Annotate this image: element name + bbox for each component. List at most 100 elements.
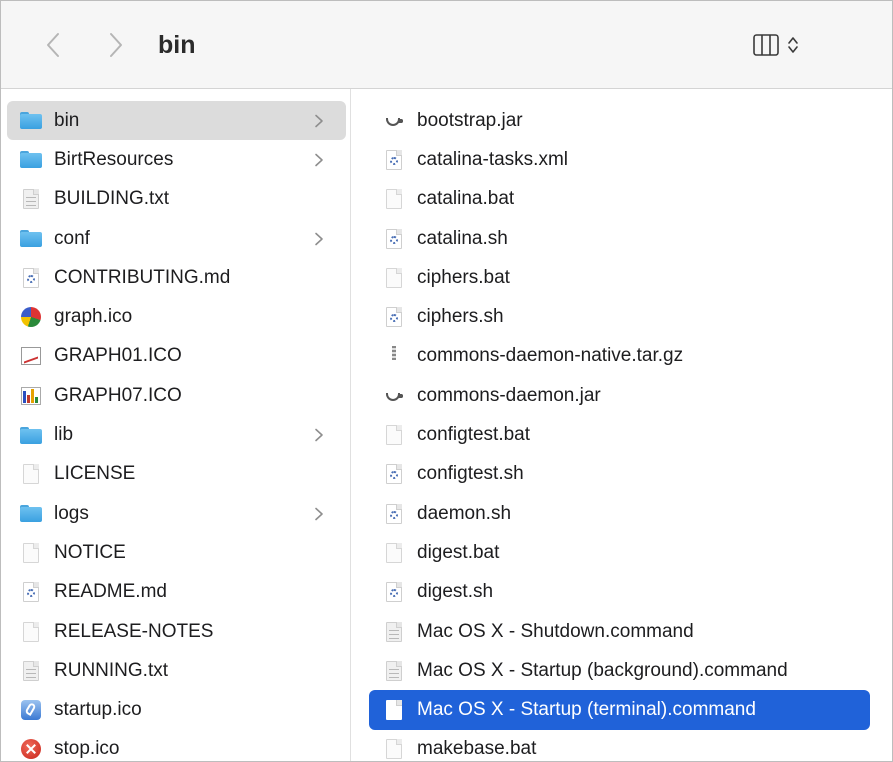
file-row[interactable]: GRAPH01.ICO [7, 337, 346, 376]
file-row[interactable]: configtest.bat [369, 415, 870, 454]
finder-window: bin bin BirtResources BUILDING.txt conf CONT… [0, 0, 893, 762]
item-label: stop.ico [54, 738, 120, 760]
folder-row[interactable]: bin [7, 101, 346, 141]
item-label: makebase.bat [417, 738, 537, 760]
item-label: ciphers.sh [417, 306, 504, 328]
file-row[interactable]: RELEASE-NOTES [7, 612, 346, 651]
folder-icon [20, 503, 42, 525]
item-label: daemon.sh [417, 502, 512, 524]
chevron-right-icon [315, 507, 323, 520]
up-down-chevron-icon [788, 37, 798, 53]
file-row[interactable]: makebase.bat [369, 730, 870, 761]
jar-icon [383, 110, 405, 132]
command-document-icon [383, 660, 405, 682]
item-label: RELEASE-NOTES [54, 620, 214, 642]
file-row[interactable]: LICENSE [7, 455, 346, 494]
chevron-right-icon [315, 232, 323, 245]
blank-document-icon [20, 463, 42, 485]
item-label: configtest.bat [417, 424, 531, 446]
folder-row[interactable]: logs [7, 494, 346, 533]
text-document-icon [20, 660, 42, 682]
file-row[interactable]: Mac OS X - Startup (terminal).command [369, 690, 870, 730]
item-label: catalina.sh [417, 227, 508, 249]
script-document-icon [383, 149, 405, 171]
pie-chart-icon [20, 306, 42, 328]
item-label: digest.sh [417, 581, 494, 603]
item-label: graph.ico [54, 306, 133, 328]
blank-document-icon [383, 542, 405, 564]
file-row[interactable]: ciphers.bat [369, 258, 870, 297]
file-row[interactable]: stop.ico [7, 730, 346, 761]
file-row[interactable]: catalina-tasks.xml [369, 140, 870, 179]
item-label: Mac OS X - Shutdown.command [417, 620, 694, 642]
chevron-right-icon [110, 33, 122, 57]
item-label: logs [54, 502, 89, 524]
item-label: Mac OS X - Startup (background).command [417, 659, 788, 681]
item-label: BUILDING.txt [54, 188, 170, 210]
item-label: lib [54, 424, 74, 446]
folder-icon [20, 424, 42, 446]
file-row[interactable]: commons-daemon-native.tar.gz [369, 337, 870, 376]
text-document-icon [20, 188, 42, 210]
item-label: Mac OS X - Startup (terminal).command [417, 699, 756, 721]
file-row[interactable]: graph.ico [7, 297, 346, 336]
item-label: bootstrap.jar [417, 109, 523, 131]
file-row[interactable]: digest.bat [369, 533, 870, 572]
file-row[interactable]: NOTICE [7, 533, 346, 572]
blank-document-icon [383, 738, 405, 760]
folder-row[interactable]: conf [7, 219, 346, 258]
blank-document-icon [383, 424, 405, 446]
folder-row[interactable]: BirtResources [7, 140, 346, 179]
file-row[interactable]: digest.sh [369, 573, 870, 612]
file-row[interactable]: Mac OS X - Shutdown.command [369, 612, 870, 651]
item-label: bin [54, 109, 80, 131]
file-row[interactable]: daemon.sh [369, 494, 870, 533]
file-row[interactable]: catalina.sh [369, 219, 870, 258]
window-title: bin [158, 31, 196, 59]
script-document-icon [20, 581, 42, 603]
column-view-icon [753, 34, 779, 56]
file-row[interactable]: configtest.sh [369, 455, 870, 494]
bin-column[interactable]: bootstrap.jar catalina-tasks.xml catalina.… [351, 89, 892, 761]
script-document-icon [20, 267, 42, 289]
forward-button[interactable] [102, 27, 130, 63]
chevron-left-icon [47, 33, 59, 57]
item-label: commons-daemon-native.tar.gz [417, 345, 684, 367]
jar-icon [383, 385, 405, 407]
item-label: GRAPH01.ICO [54, 345, 182, 367]
blank-document-icon [20, 621, 42, 643]
file-row[interactable]: ciphers.sh [369, 297, 870, 336]
blank-document-icon [20, 542, 42, 564]
file-row[interactable]: CONTRIBUTING.md [7, 258, 346, 297]
file-row[interactable]: commons-daemon.jar [369, 376, 870, 415]
chevron-right-icon [315, 114, 323, 127]
command-document-icon [383, 621, 405, 643]
file-row[interactable]: RUNNING.txt [7, 651, 346, 690]
parent-column[interactable]: bin BirtResources BUILDING.txt conf CONTRIBU… [1, 89, 351, 761]
file-row[interactable]: catalina.bat [369, 180, 870, 219]
command-document-icon [383, 699, 405, 721]
item-label: BirtResources [54, 148, 174, 170]
folder-icon [20, 228, 42, 250]
script-document-icon [383, 581, 405, 603]
item-label: digest.bat [417, 541, 500, 563]
file-row[interactable]: bootstrap.jar [369, 101, 870, 140]
chevron-right-icon [315, 428, 323, 442]
view-options-button[interactable] [753, 31, 799, 59]
file-row[interactable]: startup.ico [7, 690, 346, 729]
file-row[interactable]: BUILDING.txt [7, 180, 346, 219]
file-row[interactable]: Mac OS X - Startup (background).command [369, 651, 870, 690]
back-button[interactable] [39, 27, 67, 63]
item-label: ciphers.bat [417, 266, 510, 288]
file-row[interactable]: README.md [7, 573, 346, 612]
folder-row[interactable]: lib [7, 415, 346, 454]
script-document-icon [383, 228, 405, 250]
bar-chart-icon [20, 385, 42, 407]
line-chart-icon [20, 345, 42, 367]
blank-document-icon [383, 267, 405, 289]
script-document-icon [383, 463, 405, 485]
item-label: conf [54, 227, 90, 249]
file-row[interactable]: GRAPH07.ICO [7, 376, 346, 415]
item-label: configtest.sh [417, 463, 524, 485]
item-label: README.md [54, 581, 167, 603]
